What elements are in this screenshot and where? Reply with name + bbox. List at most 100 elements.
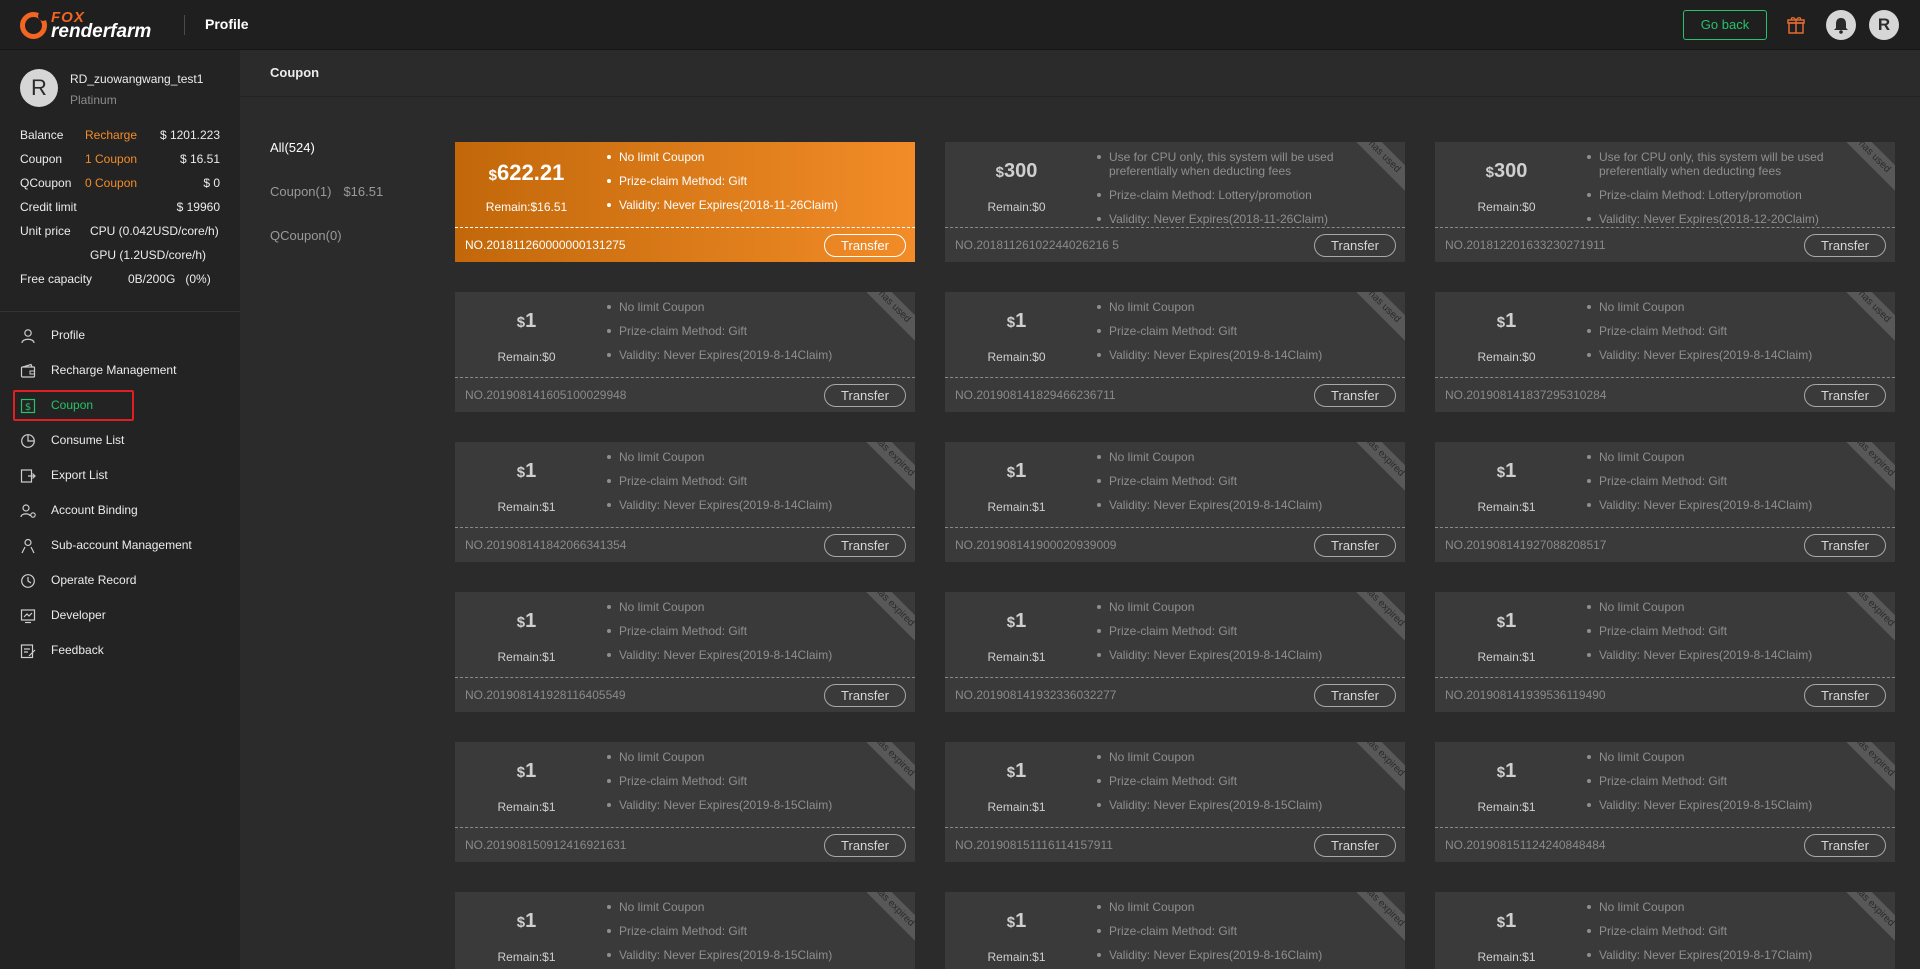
sidebar-item-account-binding[interactable]: Account Binding — [0, 493, 240, 528]
coupon-detail-line: No limit Coupon — [1587, 750, 1889, 764]
qcoupon-label: QCoupon — [20, 176, 72, 190]
coupon-card: $1 Remain:$1 No limit Coupon Prize-claim Me… — [945, 892, 1405, 969]
transfer-button[interactable]: Transfer — [824, 684, 906, 707]
sidebar-item-profile[interactable]: Profile — [0, 318, 240, 353]
coupon-card: $1 Remain:$1 No limit Coupon Prize-claim Me… — [455, 442, 915, 562]
gift-icon[interactable] — [1786, 15, 1806, 35]
coupon-number: NO.201908141932336032277 — [955, 688, 1117, 702]
sidebar-item-label: Account Binding — [51, 503, 138, 517]
balance-row: Balance Recharge $ 1201.223 — [20, 123, 220, 147]
filter-coupon[interactable]: Coupon(1) $16.51 — [270, 184, 383, 199]
header-divider — [184, 15, 185, 35]
transfer-button[interactable]: Transfer — [824, 384, 906, 407]
coupon-card: $1 Remain:$1 No limit Coupon Prize-claim Me… — [1435, 442, 1895, 562]
coupon-details: No limit Coupon Prize-claim Method: Gift V… — [607, 450, 909, 522]
sidebar-item-label: Feedback — [51, 643, 104, 657]
coupon-amount: $1 — [1006, 760, 1027, 782]
sidebar-item-export-list[interactable]: Export List — [0, 458, 240, 493]
coupon-amount: $622.21 — [488, 160, 565, 185]
sidebar-item-developer[interactable]: Developer — [0, 598, 240, 633]
transfer-button[interactable]: Transfer — [1804, 384, 1886, 407]
qcoupon-count-link[interactable]: 0 Coupon — [85, 171, 137, 195]
recharge-link[interactable]: Recharge — [85, 123, 137, 147]
coupon-remain: Remain:$1 — [1477, 500, 1536, 514]
coupon-detail-line: Prize-claim Method: Gift — [607, 474, 909, 488]
coupon-remain: Remain:$1 — [987, 950, 1046, 964]
header-avatar[interactable]: R — [1869, 10, 1899, 40]
coupon-amount: $1 — [1496, 760, 1517, 782]
transfer-button[interactable]: Transfer — [1804, 534, 1886, 557]
transfer-button[interactable]: Transfer — [1804, 234, 1886, 257]
coupon-number: NO.201908141928116405549 — [465, 688, 626, 702]
coupon-details: No limit Coupon Prize-claim Method: Gift V… — [607, 150, 909, 222]
account-link-icon — [20, 504, 36, 518]
coupon-remain: Remain:$0 — [987, 350, 1046, 364]
coupon-amount: $1 — [1496, 910, 1517, 932]
coupon-details: No limit Coupon Prize-claim Method: Gift V… — [1097, 300, 1399, 372]
coupon-number: NO.201908141829466236711 — [955, 388, 1116, 402]
coupon-dashed-divider — [455, 527, 915, 528]
coupon-amount: $1 — [516, 610, 537, 632]
coupon-remain: Remain:$1 — [987, 800, 1046, 814]
coupon-detail-line: Validity: Never Expires(2019-8-14Claim) — [1587, 348, 1889, 362]
coupon-card: $1 Remain:$0 No limit Coupon Prize-claim Me… — [1435, 292, 1895, 412]
notification-bell-icon[interactable] — [1826, 10, 1856, 40]
sidebar-item-coupon[interactable]: $ Coupon — [0, 388, 240, 423]
coupon-detail-line: No limit Coupon — [1587, 900, 1889, 914]
coupon-detail-line: Validity: Never Expires(2019-8-15Claim) — [1097, 798, 1399, 812]
transfer-button[interactable]: Transfer — [824, 234, 906, 257]
transfer-button[interactable]: Transfer — [824, 834, 906, 857]
coupon-detail-line: Prize-claim Method: Gift — [1587, 924, 1889, 938]
cpu-price: CPU (0.042USD/core/h) — [90, 224, 219, 238]
transfer-button[interactable]: Transfer — [1314, 834, 1396, 857]
sidebar-item-consume-list[interactable]: Consume List — [0, 423, 240, 458]
user-level: Platinum — [70, 93, 117, 107]
sidebar-item-sub-account-management[interactable]: Sub-account Management — [0, 528, 240, 563]
coupon-details: No limit Coupon Prize-claim Method: Gift V… — [1587, 900, 1889, 969]
transfer-button[interactable]: Transfer — [1314, 384, 1396, 407]
filter-all[interactable]: All(524) — [270, 140, 315, 155]
coupon-count-link[interactable]: 1 Coupon — [85, 147, 137, 171]
coupon-detail-line: No limit Coupon — [1097, 450, 1399, 464]
sidebar: R RD_zuowangwang_test1 Platinum Balance … — [0, 50, 240, 969]
transfer-button[interactable]: Transfer — [1314, 684, 1396, 707]
page-title: Profile — [205, 16, 249, 32]
balance-value: $ 1201.223 — [159, 128, 220, 142]
developer-icon — [20, 609, 36, 624]
sidebar-item-feedback[interactable]: Feedback — [0, 633, 240, 668]
coupon-detail-line: No limit Coupon — [1587, 600, 1889, 614]
sidebar-item-operate-record[interactable]: Operate Record — [0, 563, 240, 598]
account-info: Balance Recharge $ 1201.223 Coupon 1 Cou… — [20, 123, 220, 291]
coupon-remain: Remain:$1 — [1477, 950, 1536, 964]
sidebar-nav: Profile Recharge Management $ Coupon Con… — [0, 318, 240, 668]
coupon-number: NO.201812201633230271911 — [1445, 238, 1606, 252]
transfer-button[interactable]: Transfer — [1314, 534, 1396, 557]
coupon-remain: Remain:$1 — [497, 800, 556, 814]
coupon-dashed-divider — [945, 827, 1405, 828]
sidebar-item-recharge-management[interactable]: Recharge Management — [0, 353, 240, 388]
coupon-dashed-divider — [945, 227, 1405, 228]
transfer-button[interactable]: Transfer — [1804, 684, 1886, 707]
coupon-detail-line: No limit Coupon — [607, 900, 909, 914]
coupon-remain: Remain:$1 — [497, 500, 556, 514]
transfer-button[interactable]: Transfer — [1804, 834, 1886, 857]
coupon-detail-line: Validity: Never Expires(2019-8-15Claim) — [1587, 798, 1889, 812]
coupon-card: $1 Remain:$1 No limit Coupon Prize-claim Me… — [945, 592, 1405, 712]
sidebar-item-label: Developer — [51, 608, 106, 622]
transfer-button[interactable]: Transfer — [824, 534, 906, 557]
coupon-value: $ 16.51 — [179, 152, 220, 166]
coupon-remain: Remain:$1 — [1477, 800, 1536, 814]
foxrenderfarm-logo[interactable]: FOX renderfarm — [20, 9, 151, 41]
coupon-card: $1 Remain:$1 No limit Coupon Prize-claim Me… — [455, 892, 915, 969]
coupon-detail-line: Prize-claim Method: Gift — [607, 174, 909, 188]
filter-qcoupon[interactable]: QCoupon(0) — [270, 228, 342, 243]
coupon-amount: $300 — [995, 160, 1038, 182]
sub-account-icon — [21, 538, 35, 554]
go-back-button[interactable]: Go back — [1683, 10, 1767, 40]
coupon-dashed-divider — [1435, 827, 1895, 828]
coupon-number: NO.20181126102244026216 5 — [955, 238, 1119, 252]
transfer-button[interactable]: Transfer — [1314, 234, 1396, 257]
gpu-price-row: GPU (1.2USD/core/h) — [20, 243, 220, 267]
coupon-detail-line: Prize-claim Method: Gift — [1587, 474, 1889, 488]
coupon-detail-line: Validity: Never Expires(2019-8-14Claim) — [1097, 348, 1399, 362]
